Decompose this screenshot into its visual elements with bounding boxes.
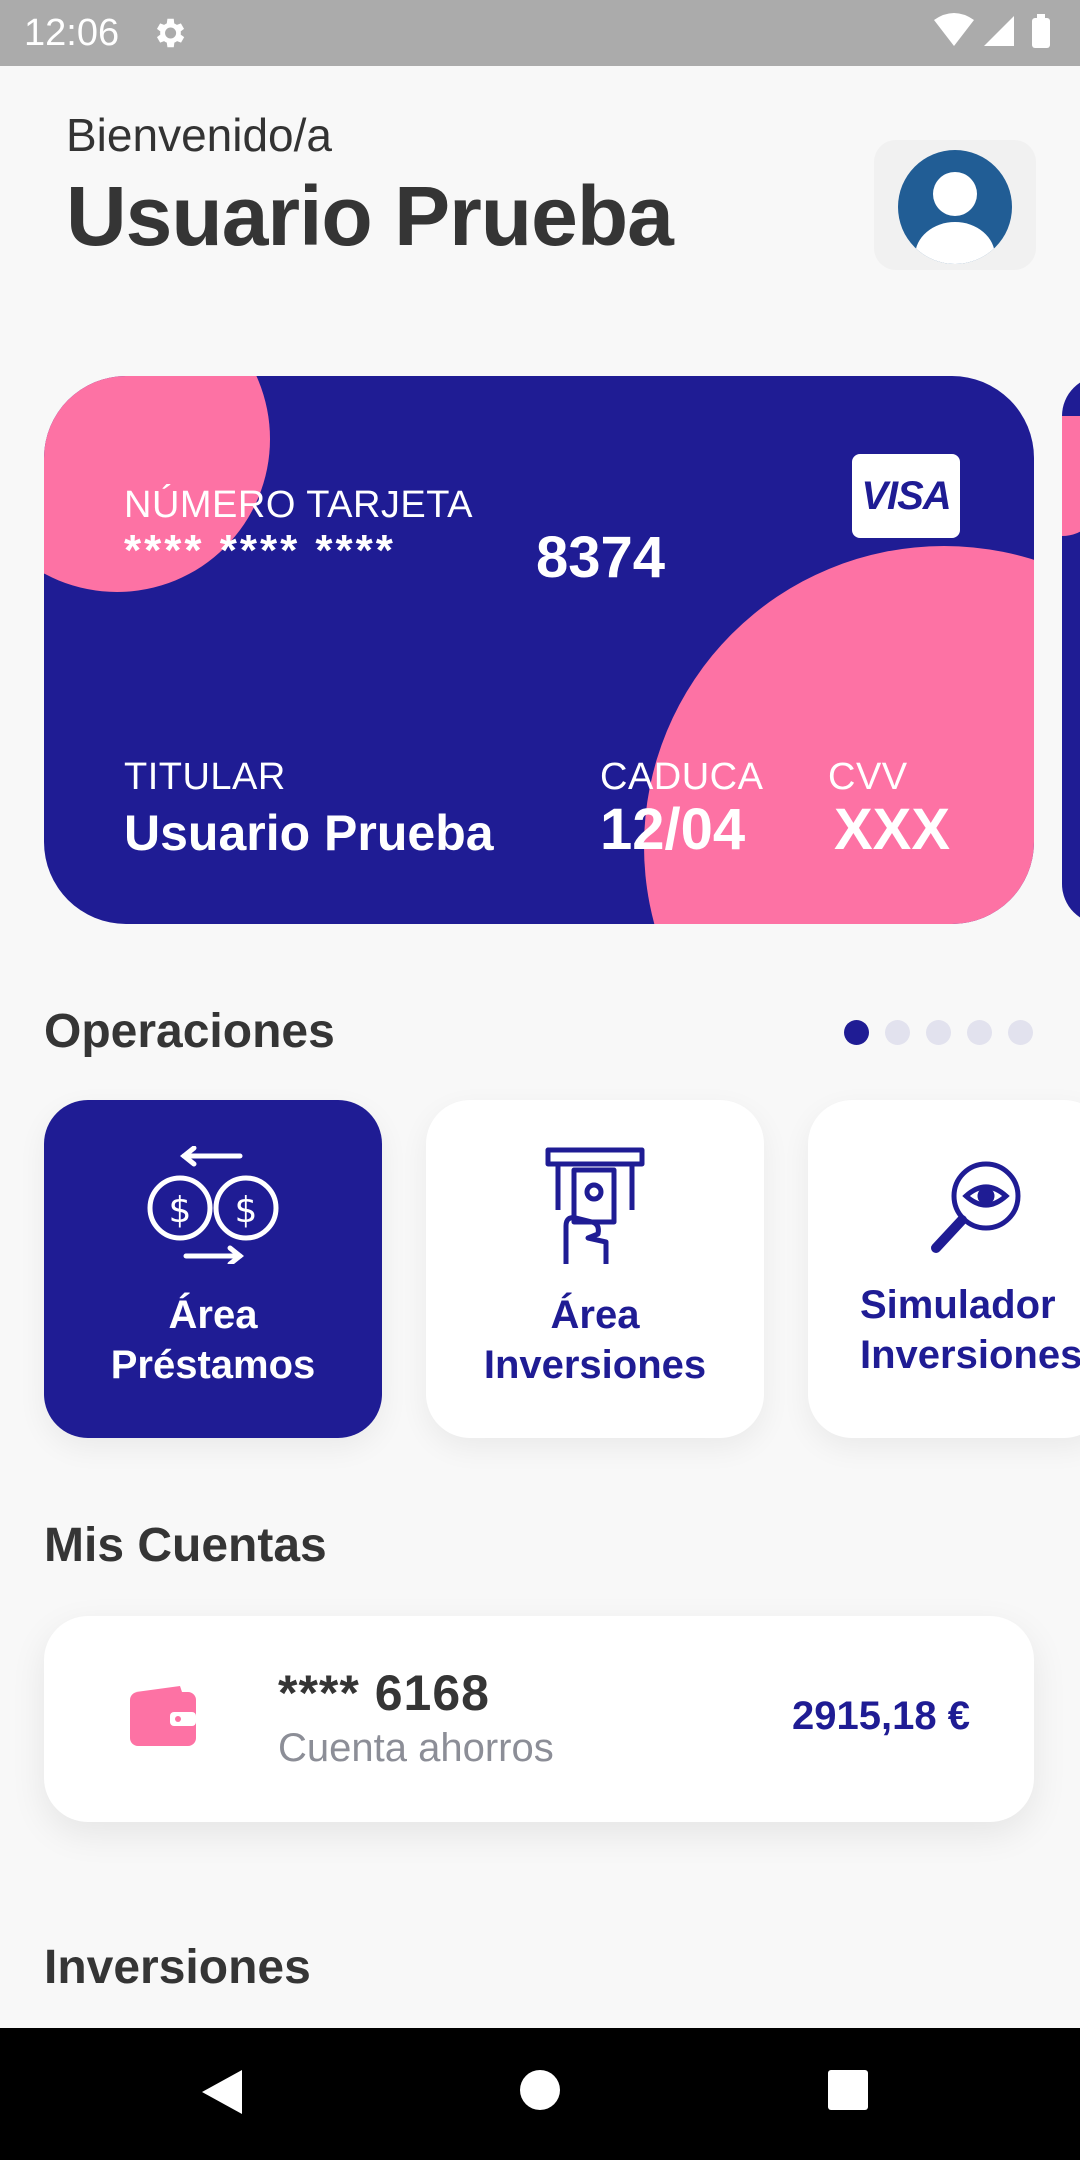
svg-text:$: $	[235, 1190, 258, 1231]
operation-label: Área Inversiones	[426, 1290, 764, 1390]
pager-dot[interactable]	[926, 1020, 951, 1045]
wifi-icon	[934, 13, 974, 46]
operation-label-line: Inversiones	[483, 1343, 707, 1387]
svg-text:$: $	[169, 1190, 192, 1231]
loan-exchange-icon: $ $	[44, 1146, 382, 1264]
avatar-button[interactable]	[874, 140, 1036, 270]
account-number: **** 6168	[278, 1665, 490, 1721]
home-icon[interactable]	[518, 2068, 562, 2117]
operation-label: Área Préstamos	[44, 1290, 382, 1390]
wallet-icon	[130, 1686, 196, 1751]
operation-area-prestamos[interactable]: $ $ Área Préstamos	[44, 1100, 382, 1438]
avatar-icon	[896, 148, 1014, 271]
card-decoration-circle	[644, 546, 1034, 924]
navigation-bar	[0, 2028, 1080, 2160]
investments-title: Inversiones	[44, 1941, 311, 1994]
card-holder-label: TITULAR	[124, 756, 286, 798]
card-cvv-value: XXX	[834, 797, 951, 862]
signal-icon	[984, 16, 1014, 46]
settings-icon	[150, 14, 188, 57]
card-holder-value: Usuario Prueba	[124, 805, 494, 861]
pager-dot[interactable]	[885, 1020, 910, 1045]
operation-label-line: Préstamos	[110, 1343, 316, 1387]
battery-icon	[1032, 14, 1050, 48]
account-balance: 2915,18 €	[792, 1694, 970, 1738]
card-number-label: NÚMERO TARJETA	[124, 484, 474, 526]
pager-dot[interactable]	[1008, 1020, 1033, 1045]
welcome-text: Bienvenido/a	[66, 109, 332, 161]
operation-label-line: Inversiones	[860, 1333, 1080, 1377]
pager-dot[interactable]	[844, 1020, 869, 1045]
operations-title: Operaciones	[44, 1005, 335, 1058]
status-bar: 12:06	[0, 0, 1080, 66]
next-card-peek[interactable]	[1062, 376, 1080, 924]
operation-label-line: Área	[168, 1293, 258, 1337]
user-name: Usuario Prueba	[66, 169, 674, 263]
operation-simulador-inversiones[interactable]: Simulador Inversiones	[808, 1100, 1080, 1438]
credit-card[interactable]: NÚMERO TARJETA **** **** **** 8374 VISA …	[44, 376, 1034, 924]
card-pager-dots	[844, 1020, 1033, 1045]
accounts-title: Mis Cuentas	[44, 1519, 327, 1572]
account-type: Cuenta ahorros	[278, 1726, 554, 1770]
card-decoration-circle	[1062, 416, 1080, 536]
card-expiry-label: CADUCA	[600, 756, 764, 798]
back-icon[interactable]	[200, 2068, 244, 2121]
operation-label-line: Área	[550, 1293, 640, 1337]
operation-label: Simulador Inversiones	[808, 1280, 1080, 1380]
pager-dot[interactable]	[967, 1020, 992, 1045]
operation-label-line: Simulador	[860, 1283, 1056, 1327]
magnifier-eye-icon	[808, 1156, 1080, 1256]
account-item[interactable]: **** 6168 Cuenta ahorros 2915,18 €	[44, 1616, 1034, 1822]
card-cvv-label: CVV	[828, 756, 908, 798]
recents-icon[interactable]	[826, 2068, 870, 2117]
card-number-mask: **** **** ****	[124, 526, 396, 575]
card-number-last-digits: 8374	[536, 525, 666, 590]
operation-area-inversiones[interactable]: Área Inversiones	[426, 1100, 764, 1438]
status-right	[932, 12, 1062, 59]
card-expiry-value: 12/04	[600, 797, 746, 862]
status-time: 12:06	[24, 12, 120, 54]
atm-cash-icon	[426, 1146, 764, 1270]
visa-logo: VISA	[852, 454, 960, 538]
